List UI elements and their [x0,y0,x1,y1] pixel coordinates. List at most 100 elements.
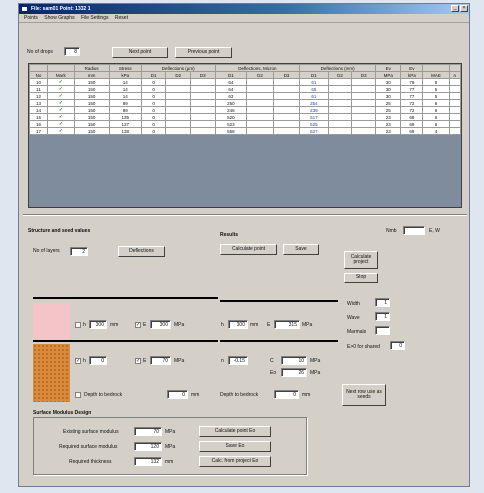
result-eo-unit: MPa [310,370,321,376]
existing-input[interactable]: 70 [134,427,162,436]
result-e-value: 315 [274,320,300,329]
col-subhead: D3 [351,71,377,79]
row-check-icon[interactable]: ✓ [46,99,75,107]
calc-point-eo-button[interactable]: Calculate point Eo [199,426,271,437]
result-c-value: 10 [281,356,307,365]
row-check-icon[interactable]: ✓ [46,85,75,93]
table-cell: 72 [400,106,424,114]
row-check-icon[interactable]: ✓ [46,78,75,86]
table-row[interactable]: 16 ✓ 150 137 0 523 525 23 69 6 [29,120,462,128]
table-cell [327,120,353,128]
layer-divider [33,297,218,299]
table-cell: 0 [140,113,167,121]
thickness-unit: mm [165,459,174,465]
wave-input[interactable]: 1 [375,312,390,321]
ed-input[interactable]: 0 [390,341,405,350]
col-subhead: MAE [422,71,450,79]
table-row[interactable]: 13 ✓ 150 89 0 250 254 25 72 6 [29,99,462,107]
col-head [422,64,450,72]
row-check-icon[interactable]: ✓ [46,106,75,114]
table-cell: 6 [422,120,450,128]
table-cell [189,92,216,100]
stop-button[interactable]: Stop [344,273,378,283]
table-cell: 30 [375,92,402,100]
table-cell: 0 [140,78,167,86]
table-cell [272,99,301,107]
menu-file-settings[interactable]: File Settings [81,14,109,23]
result-h-label: h [221,322,224,328]
drops-input[interactable]: 8 [64,47,80,56]
row-check-icon[interactable]: ✓ [46,120,75,128]
close-button[interactable]: × [460,5,468,12]
col-head: Stress [108,64,142,72]
required-input[interactable]: 120 [134,442,162,451]
table-cell [272,113,301,121]
save-eo-button[interactable]: Save Eo [199,441,271,452]
col-subhead: D2 [165,71,191,79]
menu-bar: Points Show Graphs File Settings Reset [19,14,469,23]
wave-label: Wave [347,315,360,321]
table-cell: 77 [400,85,424,93]
table-row[interactable]: 15 ✓ 150 135 0 520 517 23 69 6 [29,113,462,121]
row-check-icon[interactable]: ✓ [46,113,75,121]
table-cell [351,78,377,86]
table-cell: 523 [214,120,248,128]
calculate-point-button[interactable]: Calculate point [220,244,277,255]
e1-checkbox[interactable]: ✓ [135,322,141,328]
menu-points[interactable]: Points [24,14,38,23]
col-subhead: D2 [246,71,274,79]
next-point-button[interactable]: Next point [112,47,168,58]
table-cell: 520 [214,113,248,121]
h1-checkbox[interactable] [75,322,81,328]
width-input[interactable]: 1 [375,298,390,307]
table-header-row: Radius Stress Deflections (µm) Deflectio… [29,64,462,72]
table-cell [327,85,353,93]
bedrock-checkbox[interactable] [75,392,81,398]
bedrock-label: Depth to bedrock [84,392,123,398]
e2-input[interactable]: 70 [150,356,171,365]
previous-point-button[interactable]: Previous point [175,47,232,58]
layers-input[interactable]: 2 [70,247,88,256]
minimize-button[interactable]: _ [451,5,459,12]
calc-project-eo-button[interactable]: Calc. from project Eo [199,456,271,467]
table-cell [165,92,191,100]
thickness-value: 132 [134,457,162,466]
h2-input[interactable]: 0 [89,356,107,365]
h1-input[interactable]: 300 [89,320,107,329]
h2-checkbox[interactable]: ✓ [75,358,81,364]
layer1-swatch [33,303,70,339]
table-row[interactable]: 10 ✓ 150 14 0 64 61 30 79 5 [29,78,462,86]
menu-reset[interactable]: Reset [115,14,128,23]
table-row[interactable]: 12 ✓ 150 14 0 63 61 30 77 5 [29,92,462,100]
h1-label: h [83,322,86,328]
calculate-project-button[interactable]: Calculate project [344,251,378,269]
table-cell [246,113,274,121]
table-cell [327,78,353,86]
e2-checkbox[interactable]: ✓ [135,358,141,364]
table-row[interactable]: 11 ✓ 150 14 0 64 65 30 77 5 [29,85,462,93]
table-cell: 23 [375,120,402,128]
table-cell [246,106,274,114]
bedrock-input[interactable]: 0 [167,390,188,399]
row-check-icon[interactable]: ✓ [46,127,75,135]
next-row-seeds-button[interactable]: Next row use as seeds [342,384,386,406]
nmb-input[interactable] [403,226,425,235]
marmals-input[interactable] [375,326,390,335]
table-cell [448,78,462,86]
e1-input[interactable]: 300 [150,320,171,329]
table-cell [448,92,462,100]
table-cell [189,85,216,93]
deflections-button[interactable]: Deflections [118,246,165,257]
col-head [46,64,75,72]
table-cell: 17 [29,127,48,135]
table-cell [189,127,216,135]
h1-unit: mm [110,322,119,328]
table-row[interactable]: 14 ✓ 150 89 0 246 239 25 72 6 [29,106,462,114]
row-check-icon[interactable]: ✓ [46,92,75,100]
table-row[interactable]: 17 ✓ 150 138 0 558 527 23 69 4 [29,127,462,135]
thickness-label: Required thickness [69,459,112,465]
menu-show-graphs[interactable]: Show Graphs [44,14,74,23]
results-title: Results [220,232,239,238]
results-save-button[interactable]: Save [283,244,319,255]
table-cell: 527 [299,127,329,135]
